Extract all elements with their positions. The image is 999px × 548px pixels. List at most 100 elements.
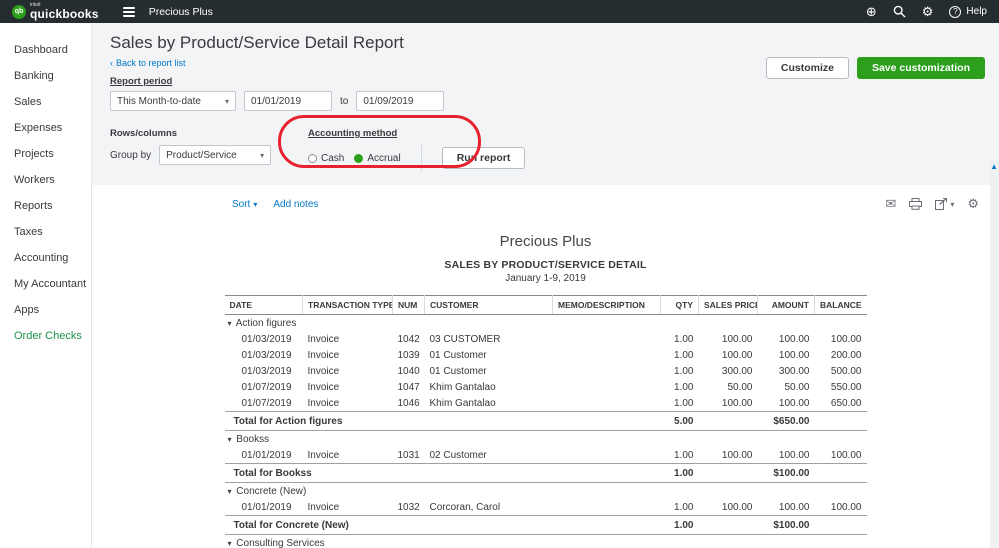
sidebar-item-dashboard[interactable]: Dashboard bbox=[0, 37, 91, 63]
cell-customer[interactable]: 03 CUSTOMER bbox=[425, 331, 553, 347]
date-from-input[interactable] bbox=[244, 91, 332, 111]
scroll-up-arrow[interactable]: ▲ bbox=[990, 162, 998, 171]
cell-customer[interactable]: Corcoran, Carol bbox=[425, 499, 553, 516]
cell-transaction-type[interactable]: Invoice bbox=[303, 331, 393, 347]
cell-customer[interactable]: Khim Gantalao bbox=[425, 395, 553, 412]
cell-customer[interactable]: 01 Customer bbox=[425, 347, 553, 363]
transaction-row[interactable]: 01/03/2019Invoice104001 Customer1.00300.… bbox=[225, 363, 867, 379]
cell-balance[interactable]: 650.00 bbox=[815, 395, 867, 412]
add-notes-link[interactable]: Add notes bbox=[273, 199, 318, 210]
sidebar-item-apps[interactable]: Apps bbox=[0, 297, 91, 323]
cell-num[interactable]: 1040 bbox=[393, 363, 425, 379]
group-row[interactable]: ▾ Action figures bbox=[225, 315, 867, 332]
cell-memo-description[interactable] bbox=[553, 331, 661, 347]
group-row[interactable]: ▾ Bookss bbox=[225, 431, 867, 448]
collapse-triangle-icon[interactable]: ▾ bbox=[228, 435, 232, 444]
transaction-row[interactable]: 01/03/2019Invoice104203 CUSTOMER1.00100.… bbox=[225, 331, 867, 347]
cell-memo-description[interactable] bbox=[553, 347, 661, 363]
cell-amount[interactable]: 300.00 bbox=[758, 363, 815, 379]
cell-qty[interactable]: 1.00 bbox=[661, 447, 699, 464]
accrual-radio[interactable]: Accrual bbox=[354, 153, 400, 164]
cell-memo-description[interactable] bbox=[553, 447, 661, 464]
transaction-row[interactable]: 01/07/2019Invoice1047Khim Gantalao1.0050… bbox=[225, 379, 867, 395]
sidebar-item-workers[interactable]: Workers bbox=[0, 167, 91, 193]
help-button[interactable]: ? Help bbox=[949, 6, 987, 18]
cell-sales-price[interactable]: 300.00 bbox=[699, 363, 758, 379]
cell-customer[interactable]: 02 Customer bbox=[425, 447, 553, 464]
menu-icon[interactable] bbox=[123, 7, 135, 17]
cell-sales-price[interactable]: 100.00 bbox=[699, 331, 758, 347]
group-row[interactable]: ▾ Consulting Services bbox=[225, 535, 867, 548]
quickbooks-logo[interactable]: qb intuit quickbooks bbox=[12, 3, 99, 20]
cell-qty[interactable]: 1.00 bbox=[661, 499, 699, 516]
report-settings-gear-icon[interactable]: ⚙ bbox=[967, 196, 979, 212]
collapse-triangle-icon[interactable]: ▾ bbox=[228, 539, 232, 548]
cell-transaction-type[interactable]: Invoice bbox=[303, 379, 393, 395]
cell-num[interactable]: 1039 bbox=[393, 347, 425, 363]
cell-balance[interactable]: 100.00 bbox=[815, 447, 867, 464]
cell-date[interactable]: 01/07/2019 bbox=[225, 379, 303, 395]
cell-qty[interactable]: 1.00 bbox=[661, 395, 699, 412]
cell-date[interactable]: 01/07/2019 bbox=[225, 395, 303, 412]
cell-qty[interactable]: 1.00 bbox=[661, 331, 699, 347]
transaction-row[interactable]: 01/07/2019Invoice1046Khim Gantalao 1.0010… bbox=[225, 395, 867, 412]
cell-balance[interactable]: 200.00 bbox=[815, 347, 867, 363]
cell-sales-price[interactable]: 100.00 bbox=[699, 395, 758, 412]
sidebar-item-reports[interactable]: Reports bbox=[0, 193, 91, 219]
email-icon[interactable]: ✉ bbox=[885, 196, 896, 212]
cell-date[interactable]: 01/03/2019 bbox=[225, 363, 303, 379]
cell-num[interactable]: 1046 bbox=[393, 395, 425, 412]
cell-amount[interactable]: 50.00 bbox=[758, 379, 815, 395]
cell-amount[interactable]: 100.00 bbox=[758, 331, 815, 347]
cell-amount[interactable]: 100.00 bbox=[758, 347, 815, 363]
cell-memo-description[interactable] bbox=[553, 379, 661, 395]
sidebar-item-banking[interactable]: Banking bbox=[0, 63, 91, 89]
cell-qty[interactable]: 1.00 bbox=[661, 379, 699, 395]
cell-num[interactable]: 1042 bbox=[393, 331, 425, 347]
cell-transaction-type[interactable]: Invoice bbox=[303, 395, 393, 412]
cell-transaction-type[interactable]: Invoice bbox=[303, 347, 393, 363]
cell-balance[interactable]: 500.00 bbox=[815, 363, 867, 379]
cell-sales-price[interactable]: 100.00 bbox=[699, 447, 758, 464]
cell-transaction-type[interactable]: Invoice bbox=[303, 363, 393, 379]
cell-customer[interactable]: 01 Customer bbox=[425, 363, 553, 379]
cell-balance[interactable]: 100.00 bbox=[815, 331, 867, 347]
cell-date[interactable]: 01/01/2019 bbox=[225, 447, 303, 464]
cell-date[interactable]: 01/03/2019 bbox=[225, 331, 303, 347]
sidebar-item-sales[interactable]: Sales bbox=[0, 89, 91, 115]
export-icon[interactable]: ▾ bbox=[935, 198, 954, 210]
cell-date[interactable]: 01/03/2019 bbox=[225, 347, 303, 363]
sidebar-item-projects[interactable]: Projects bbox=[0, 141, 91, 167]
cell-qty[interactable]: 1.00 bbox=[661, 363, 699, 379]
sidebar-item-expenses[interactable]: Expenses bbox=[0, 115, 91, 141]
run-report-button[interactable]: Run report bbox=[442, 147, 526, 169]
group-row[interactable]: ▾ Concrete (New) bbox=[225, 483, 867, 500]
scrollbar-track[interactable] bbox=[990, 160, 999, 548]
transaction-row[interactable]: 01/03/2019Invoice103901 Customer1.00100.… bbox=[225, 347, 867, 363]
cell-amount[interactable]: 100.00 bbox=[758, 499, 815, 516]
print-icon[interactable] bbox=[909, 198, 922, 210]
report-period-select[interactable]: This Month-to-date ▾ bbox=[110, 91, 236, 111]
customize-button[interactable]: Customize bbox=[766, 57, 849, 79]
group-by-select[interactable]: Product/Service ▾ bbox=[159, 145, 271, 165]
transaction-row[interactable]: 01/01/2019Invoice1032Corcoran, Carol 1.00… bbox=[225, 499, 867, 516]
cell-balance[interactable]: 100.00 bbox=[815, 499, 867, 516]
sidebar-item-accounting[interactable]: Accounting bbox=[0, 245, 91, 271]
cell-sales-price[interactable]: 100.00 bbox=[699, 347, 758, 363]
cash-radio[interactable]: Cash bbox=[308, 153, 344, 164]
sort-dropdown[interactable]: Sort ▾ bbox=[232, 199, 257, 210]
cell-num[interactable]: 1032 bbox=[393, 499, 425, 516]
cell-memo-description[interactable] bbox=[553, 363, 661, 379]
cell-date[interactable]: 01/01/2019 bbox=[225, 499, 303, 516]
collapse-triangle-icon[interactable]: ▾ bbox=[228, 319, 232, 328]
cell-num[interactable]: 1047 bbox=[393, 379, 425, 395]
sidebar-item-my-accountant[interactable]: My Accountant bbox=[0, 271, 91, 297]
cell-transaction-type[interactable]: Invoice bbox=[303, 499, 393, 516]
search-icon[interactable] bbox=[893, 5, 906, 18]
cell-num[interactable]: 1031 bbox=[393, 447, 425, 464]
cell-sales-price[interactable]: 50.00 bbox=[699, 379, 758, 395]
cell-customer[interactable]: Khim Gantalao bbox=[425, 379, 553, 395]
collapse-triangle-icon[interactable]: ▾ bbox=[228, 487, 232, 496]
cell-qty[interactable]: 1.00 bbox=[661, 347, 699, 363]
back-to-report-list-link[interactable]: ‹ Back to report list bbox=[110, 58, 186, 68]
